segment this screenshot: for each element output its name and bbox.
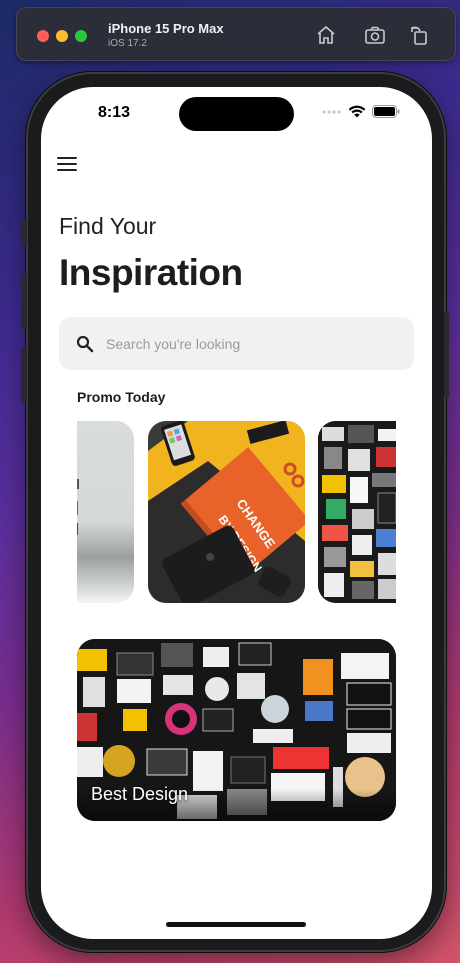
minimize-window-button[interactable] xyxy=(56,30,68,42)
volume-up-button xyxy=(21,273,27,329)
grey-photo-image xyxy=(77,479,79,535)
promo-card-stickers[interactable] xyxy=(318,421,396,603)
featured-card[interactable]: Best Design xyxy=(77,639,396,821)
hamburger-menu-icon[interactable] xyxy=(57,157,77,173)
simulator-toolbar: iPhone 15 Pro Max iOS 17.2 xyxy=(16,7,456,61)
page-title: Inspiration xyxy=(59,252,243,293)
promo-card-partial-left[interactable] xyxy=(77,421,134,603)
os-version: iOS 17.2 xyxy=(108,38,147,49)
search-bar[interactable] xyxy=(59,317,414,370)
status-time: 8:13 xyxy=(98,104,131,121)
promo-card-change-by-design[interactable]: CHANGE BY DESIGN xyxy=(148,421,305,603)
home-icon[interactable] xyxy=(314,23,338,47)
search-icon xyxy=(76,335,94,352)
featured-card-label: Best Design xyxy=(91,784,189,804)
screenshot-icon[interactable] xyxy=(363,23,387,47)
dynamic-island xyxy=(179,97,294,131)
status-icons xyxy=(322,105,400,118)
close-window-button[interactable] xyxy=(37,30,49,42)
promo-carousel[interactable]: CHANGE BY DESIGN xyxy=(77,421,396,603)
sticker-wall-image xyxy=(318,421,396,603)
app-screen: 8:13 Find Your Inspiration Promo Today xyxy=(41,87,432,939)
volume-down-button xyxy=(21,347,27,403)
rotate-icon[interactable] xyxy=(408,23,432,47)
wifi-icon xyxy=(348,105,366,118)
device-name: iPhone 15 Pro Max xyxy=(108,21,224,36)
signal-dots-icon xyxy=(322,109,341,114)
zoom-window-button[interactable] xyxy=(75,30,87,42)
action-button xyxy=(21,220,27,246)
search-input[interactable] xyxy=(106,335,386,352)
header-subtitle: Find Your xyxy=(59,213,157,239)
power-button xyxy=(444,312,449,398)
change-by-design-image: CHANGE BY DESIGN xyxy=(148,421,305,603)
home-indicator[interactable] xyxy=(166,922,306,927)
promo-section-title: Promo Today xyxy=(77,389,166,405)
battery-icon xyxy=(372,105,400,118)
